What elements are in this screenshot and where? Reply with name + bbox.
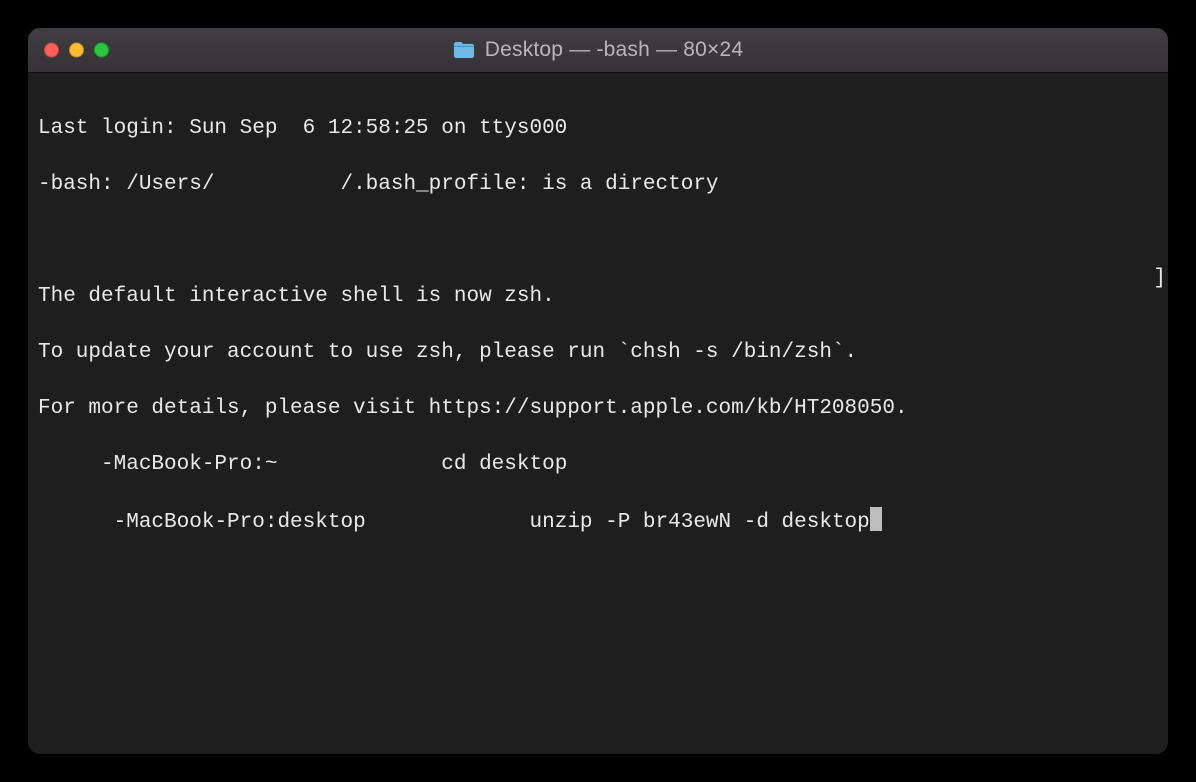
redacted-hostname [38,453,101,476]
prompt-line: -MacBook-Pro:~ cd desktop [38,451,1158,479]
output-line: For more details, please visit https://s… [38,395,1158,423]
redacted-username [378,511,517,534]
output-line [38,227,1158,255]
output-line: -bash: /Users/ /.bash_profile: is a dire… [38,171,1158,199]
command-text: cd desktop [429,453,568,476]
redacted-username [290,453,429,476]
window-controls [44,43,109,58]
terminal-window: Desktop — -bash — 80×24 Last login: Sun … [28,28,1168,754]
output-line: The default interactive shell is now zsh… [38,283,1158,311]
scroll-indicator: ] [1153,265,1166,293]
window-title: Desktop — -bash — 80×24 [453,38,744,62]
minimize-button[interactable] [69,43,84,58]
redacted-hostname [38,511,114,534]
redacted-username [214,173,340,196]
prompt-line: -MacBook-Pro:desktop unzip -P br43ewN -d… [38,507,1158,537]
output-line: Last login: Sun Sep 6 12:58:25 on ttys00… [38,115,1158,143]
folder-icon [453,41,475,59]
output-line: To update your account to use zsh, pleas… [38,339,1158,367]
terminal-body[interactable]: Last login: Sun Sep 6 12:58:25 on ttys00… [28,73,1168,754]
titlebar[interactable]: Desktop — -bash — 80×24 [28,28,1168,73]
command-text: unzip -P br43ewN -d desktop [517,511,870,534]
window-title-text: Desktop — -bash — 80×24 [485,38,744,62]
cursor [870,507,882,531]
maximize-button[interactable] [94,43,109,58]
close-button[interactable] [44,43,59,58]
